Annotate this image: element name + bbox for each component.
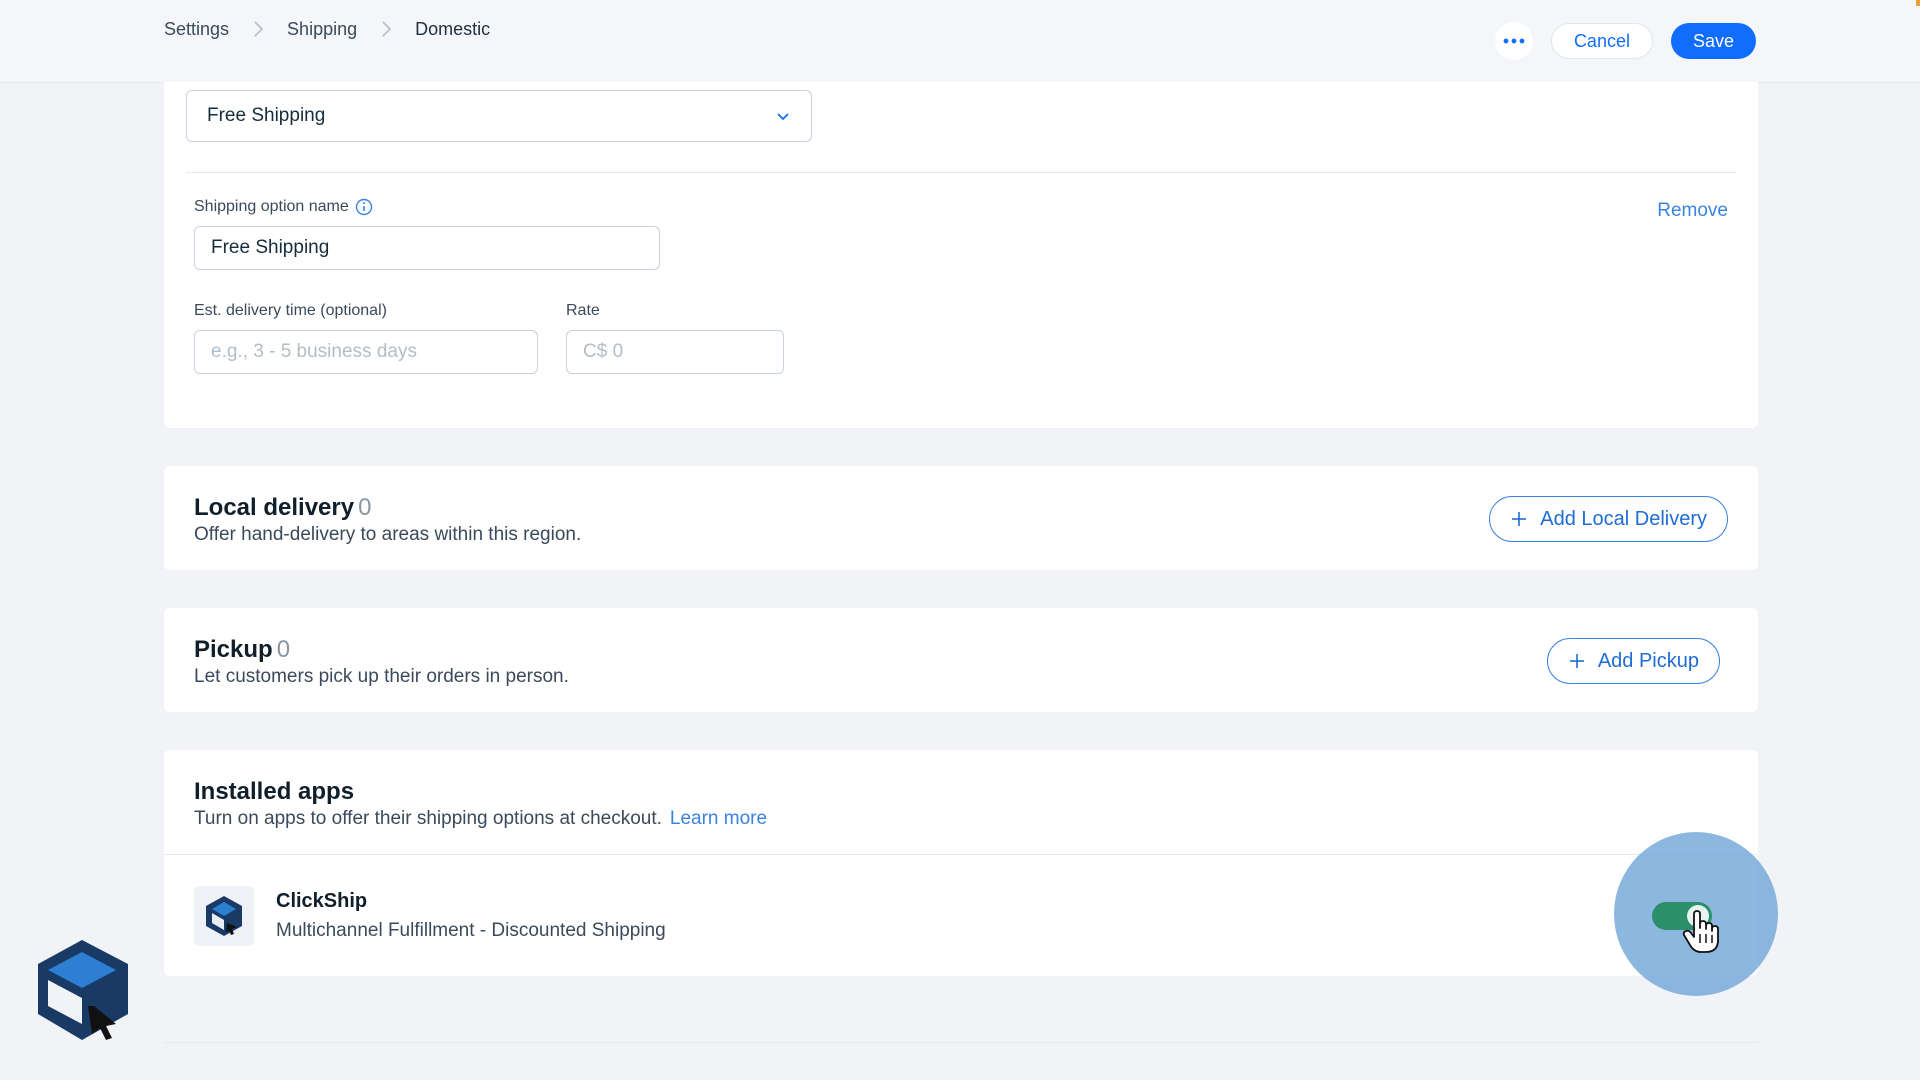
- rate-label: Rate: [566, 302, 600, 319]
- installed-apps-card: Installed apps Turn on apps to offer the…: [164, 750, 1758, 976]
- section-divider: [186, 172, 1736, 173]
- rate-type-dropdown[interactable]: Free Shipping: [186, 90, 812, 142]
- installed-apps-title: Installed apps: [194, 778, 355, 805]
- header-actions: Cancel Save: [1494, 22, 1756, 60]
- add-pickup-button[interactable]: Add Pickup: [1546, 638, 1720, 684]
- top-bar: Settings Shipping Domestic Cancel Save: [0, 0, 1920, 83]
- app-row-divider: [164, 854, 1758, 855]
- learn-more-link[interactable]: Learn more: [670, 808, 767, 829]
- bottom-divider: [164, 1042, 1758, 1043]
- breadcrumb: Settings Shipping Domestic: [164, 18, 490, 40]
- shipping-option-name-label: Shipping option name: [194, 198, 373, 216]
- save-button[interactable]: Save: [1670, 23, 1756, 59]
- shipping-option-card: Free Shipping Shipping option name Remov…: [164, 82, 1758, 428]
- rate-type-selected: Free Shipping: [207, 105, 326, 126]
- pickup-description: Let customers pick up their orders in pe…: [194, 666, 569, 687]
- installed-apps-description: Turn on apps to offer their shipping opt…: [194, 808, 768, 829]
- breadcrumb-domestic: Domestic: [415, 18, 491, 39]
- breadcrumb-settings[interactable]: Settings: [164, 19, 229, 40]
- chevron-right-icon: [254, 21, 264, 37]
- app-description: Multichannel Fulfillment - Discounted Sh…: [276, 920, 666, 941]
- more-dots-icon: [1503, 38, 1525, 44]
- breadcrumb-shipping[interactable]: Shipping: [287, 19, 357, 40]
- remove-link[interactable]: Remove: [1657, 200, 1728, 222]
- local-delivery-card: Local delivery 0 Offer hand-delivery to a…: [164, 466, 1758, 570]
- local-delivery-title: Local delivery 0: [194, 494, 372, 521]
- hand-cursor-icon: [1682, 910, 1719, 953]
- pickup-count: 0: [276, 636, 291, 663]
- est-delivery-label: Est. delivery time (optional): [194, 302, 387, 319]
- clickship-watermark-icon: [38, 940, 128, 1040]
- local-delivery-description: Offer hand-delivery to areas within this…: [194, 524, 582, 545]
- local-delivery-count: 0: [358, 494, 372, 521]
- plus-icon: [1569, 654, 1584, 668]
- chevron-down-icon: [777, 113, 789, 121]
- more-actions-button[interactable]: [1494, 22, 1533, 60]
- pickup-title: Pickup 0: [194, 636, 291, 663]
- shipping-option-name-input[interactable]: [194, 226, 660, 270]
- app-name: ClickShip: [276, 890, 368, 912]
- clickship-logo-icon: [206, 896, 242, 936]
- plus-icon: [1512, 512, 1527, 526]
- corner-indicator: [1916, 0, 1920, 6]
- clickship-logo: [194, 886, 254, 946]
- info-icon[interactable]: [355, 198, 373, 216]
- cancel-button[interactable]: Cancel: [1550, 23, 1653, 59]
- rate-input[interactable]: [566, 330, 784, 374]
- est-delivery-input[interactable]: [194, 330, 538, 374]
- pickup-card: Pickup 0 Let customers pick up their orde…: [164, 608, 1758, 712]
- chevron-right-icon: [382, 21, 392, 37]
- add-local-delivery-button[interactable]: Add Local Delivery: [1489, 496, 1728, 542]
